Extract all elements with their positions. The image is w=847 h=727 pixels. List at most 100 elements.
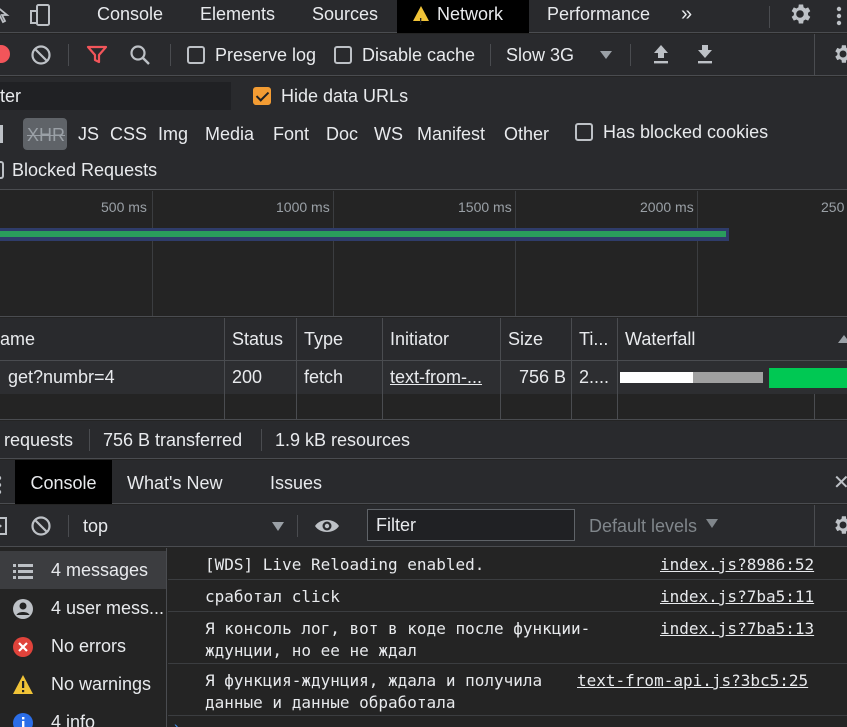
message-text: Я консоль лог, вот в коде после функции-…: [205, 619, 591, 660]
drawer-tab-console[interactable]: Console: [15, 460, 112, 504]
request-type: fetch: [304, 367, 344, 387]
sidebar-item-label: 4 info: [51, 712, 96, 727]
filter-bar: ter Hide data URLs XHR JS CSS Img Media …: [0, 77, 847, 190]
filter-input[interactable]: ter: [0, 82, 231, 110]
overview-tick: 1500 ms: [458, 199, 512, 215]
sort-up-icon[interactable]: [838, 335, 847, 343]
filter-type-img[interactable]: Img: [158, 124, 188, 145]
tab-network[interactable]: Network: [397, 0, 529, 37]
settings-gear-icon[interactable]: [787, 1, 813, 27]
column-size[interactable]: Size: [508, 329, 543, 350]
sidebar-item-warnings[interactable]: No warnings: [0, 665, 166, 703]
message-source-link[interactable]: text-from-api.js?3bc5:25: [577, 670, 808, 692]
clear-console-icon[interactable]: [30, 515, 52, 537]
overview-tick: 500 ms: [101, 199, 147, 215]
filter-type-js[interactable]: JS: [78, 124, 99, 145]
sidebar-toggle-icon[interactable]: [0, 517, 8, 535]
sidebar-item-info[interactable]: 4 info: [0, 703, 166, 727]
filter-type-other[interactable]: Other: [504, 124, 549, 145]
sidebar-item-messages[interactable]: 4 messages: [0, 551, 166, 589]
live-expression-eye-icon[interactable]: [313, 516, 341, 536]
column-type[interactable]: Type: [304, 329, 343, 350]
has-blocked-cookies-checkbox[interactable]: [575, 123, 593, 141]
sidebar-item-label: No errors: [51, 636, 127, 656]
filter-funnel-icon[interactable]: [86, 45, 108, 65]
filter-type-xhr[interactable]: XHR: [23, 118, 67, 150]
network-settings-icon[interactable]: [831, 42, 847, 66]
filter-all-edge[interactable]: [0, 125, 3, 143]
column-name[interactable]: ame: [0, 329, 35, 350]
column-initiator[interactable]: Initiator: [390, 329, 449, 350]
overview-tick: 250: [821, 199, 845, 215]
sidebar-item-user-messages[interactable]: 4 user mess...: [0, 589, 166, 627]
filter-type-ws[interactable]: WS: [374, 124, 403, 145]
context-dropdown-icon[interactable]: [272, 522, 284, 531]
sidebar-item-errors[interactable]: No errors: [0, 627, 166, 665]
filter-type-media[interactable]: Media: [205, 124, 254, 145]
sidebar-item-label: 4 user mess...: [51, 598, 165, 618]
message-source-link[interactable]: index.js?7ba5:11: [660, 586, 814, 608]
blocked-requests-label: Blocked Requests: [12, 160, 158, 180]
disable-cache-checkbox[interactable]: [334, 46, 352, 64]
filter-type-manifest[interactable]: Manifest: [417, 124, 485, 145]
tab-console[interactable]: Console: [97, 0, 163, 33]
console-message: Я функция-ждунция, ждала и получила данн…: [168, 664, 847, 716]
table-row[interactable]: get?numbr=4 200 fetch text-from-... 756 …: [0, 361, 847, 394]
more-tabs-button[interactable]: »: [681, 0, 692, 33]
search-icon[interactable]: [129, 44, 151, 66]
console-toolbar: top Filter Default levels: [0, 505, 847, 547]
throttle-select[interactable]: Slow 3G: [506, 45, 574, 66]
request-name[interactable]: get?numbr=4: [8, 367, 115, 388]
waterfall-bar[interactable]: [619, 361, 847, 394]
import-har-icon[interactable]: [651, 43, 671, 65]
message-source-link[interactable]: index.js?7ba5:13: [660, 618, 814, 640]
close-drawer-icon[interactable]: ✕: [833, 460, 847, 504]
filter-input-value: ter: [0, 86, 22, 106]
more-options-icon[interactable]: [836, 5, 842, 27]
message-text: сработал click: [205, 587, 340, 606]
tab-sources[interactable]: Sources: [312, 0, 378, 33]
console-settings-icon[interactable]: [831, 513, 847, 537]
request-size: 756 B: [519, 367, 567, 387]
warning-icon: [12, 674, 34, 696]
drawer-tab-whats-new[interactable]: What's New: [127, 460, 222, 504]
tab-network-label: Network: [437, 4, 504, 24]
tab-performance[interactable]: Performance: [547, 0, 650, 33]
device-toggle-icon[interactable]: [28, 3, 52, 27]
column-status[interactable]: Status: [232, 329, 283, 350]
network-overview[interactable]: 500 ms 1000 ms 1500 ms 2000 ms 250: [0, 191, 847, 317]
console-message: сработал click index.js?7ba5:11: [168, 580, 847, 612]
filter-type-xhr-label: XHR: [27, 125, 66, 145]
inspect-icon[interactable]: [0, 4, 12, 26]
column-time[interactable]: Ti...: [579, 329, 608, 350]
filter-type-font[interactable]: Font: [273, 124, 309, 145]
levels-dropdown-icon[interactable]: [706, 519, 718, 528]
chevron-down-icon[interactable]: [600, 51, 612, 59]
blocked-requests-checkbox[interactable]: [0, 161, 4, 179]
drawer-menu-icon[interactable]: [0, 476, 2, 498]
resources-size: 1.9 kB resources: [275, 430, 411, 450]
clear-icon[interactable]: [30, 44, 52, 66]
log-levels-select[interactable]: Default levels: [589, 516, 697, 537]
column-waterfall[interactable]: Waterfall: [625, 329, 695, 350]
console-filter-input[interactable]: Filter: [367, 509, 575, 541]
filter-type-css[interactable]: CSS: [110, 124, 147, 145]
requests-table-header: ame Status Type Initiator Size Ti... Wat…: [0, 318, 847, 361]
hide-data-urls-checkbox[interactable]: [253, 87, 271, 105]
drawer-tab-issues[interactable]: Issues: [270, 460, 322, 504]
tab-elements[interactable]: Elements: [200, 0, 275, 33]
devtools-tabbar: Console Elements Sources Network Perform…: [0, 0, 847, 37]
warning-icon: [413, 6, 429, 37]
request-status: 200: [232, 367, 263, 387]
context-select[interactable]: top: [83, 516, 108, 537]
network-summary: requests 756 B transferred 1.9 kB resour…: [0, 421, 847, 459]
request-initiator-link[interactable]: text-from-...: [390, 367, 482, 388]
console-prompt-icon[interactable]: ›: [174, 718, 179, 727]
record-icon[interactable]: [0, 45, 10, 63]
preserve-log-checkbox[interactable]: [187, 46, 205, 64]
message-source-link[interactable]: index.js?8986:52: [660, 554, 814, 576]
export-har-icon[interactable]: [695, 43, 715, 65]
list-icon: [12, 560, 34, 582]
filter-type-doc[interactable]: Doc: [326, 124, 358, 145]
transferred-size: 756 B transferred: [103, 430, 243, 450]
